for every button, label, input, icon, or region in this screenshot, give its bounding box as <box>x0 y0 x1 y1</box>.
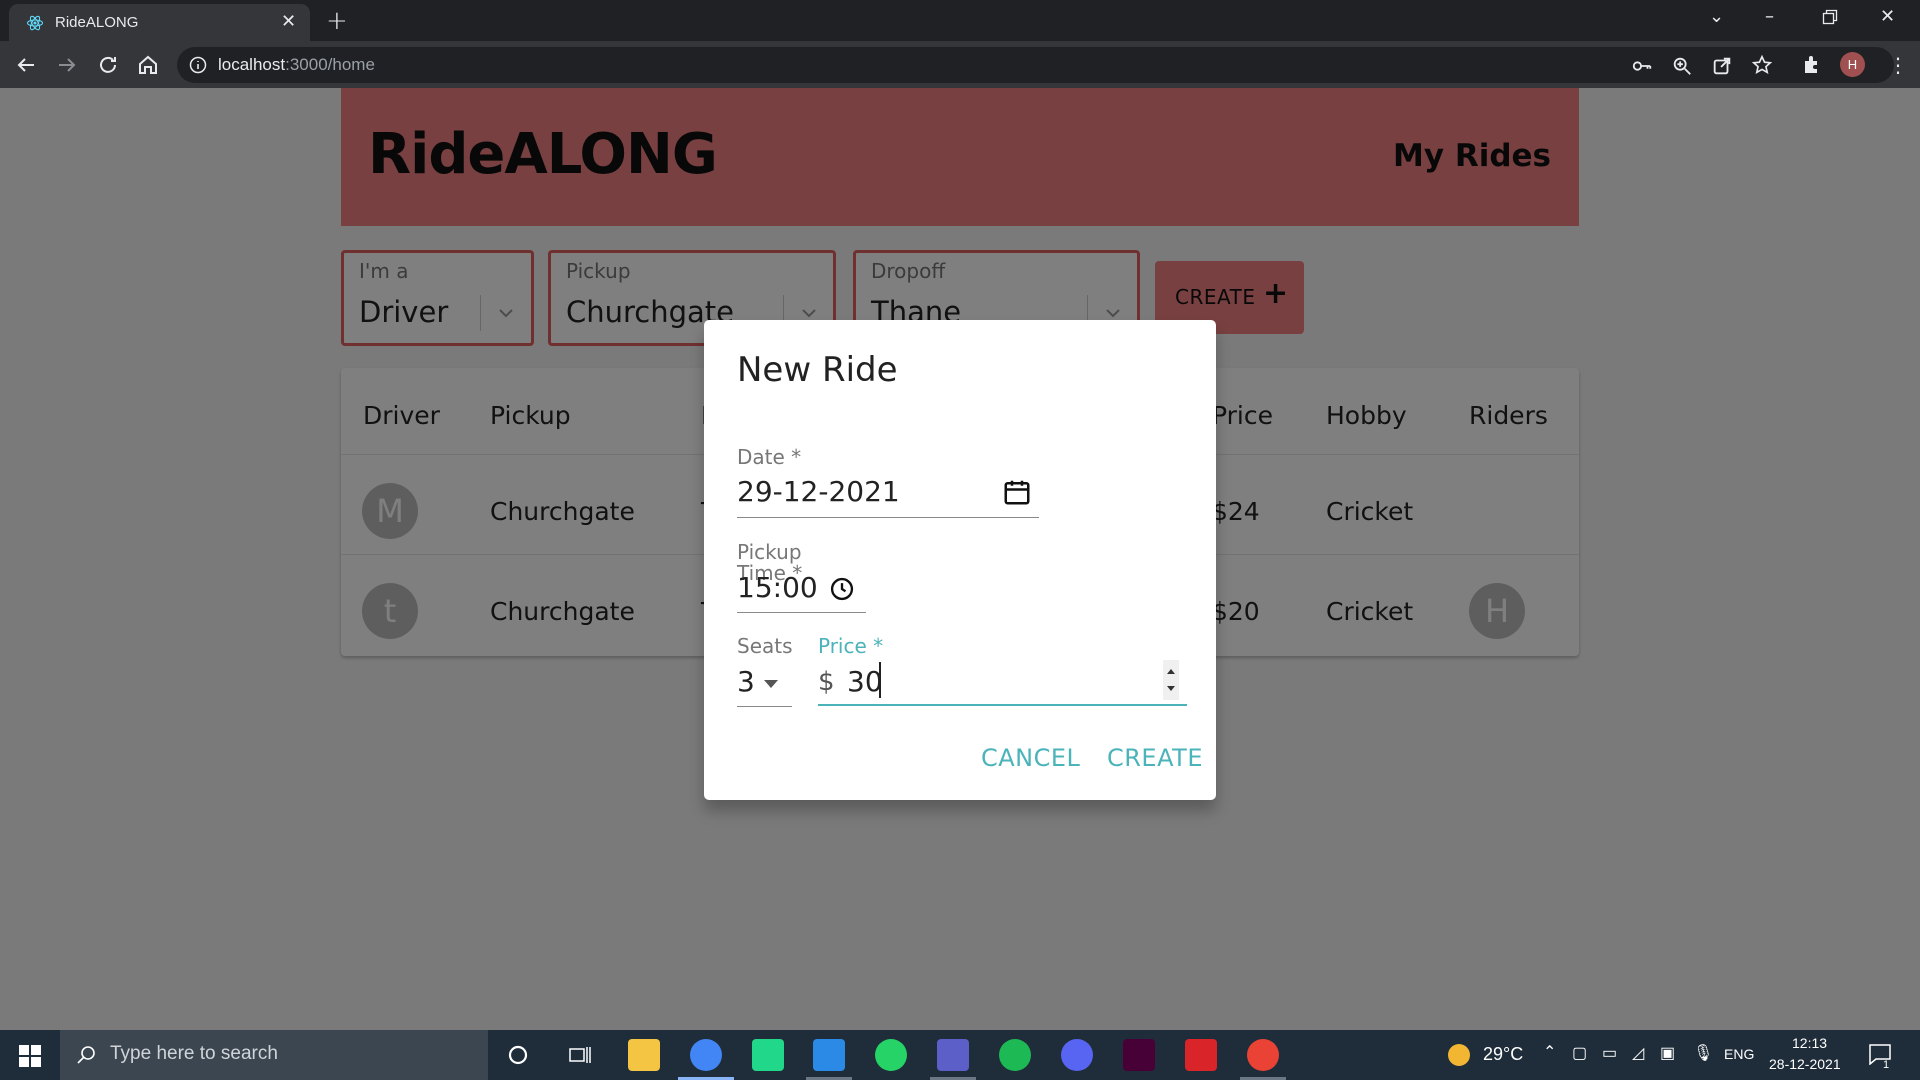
tray-chevron-up-icon[interactable]: ⌃ <box>1543 1042 1556 1062</box>
minimize-icon[interactable]: – <box>1765 6 1774 27</box>
browser-tab[interactable]: RideALONG ✕ <box>9 4 310 41</box>
notification-count-badge: 1 <box>1883 1059 1890 1071</box>
price-underline <box>818 704 1187 706</box>
cortana-icon[interactable] <box>507 1044 529 1066</box>
seats-underline <box>737 706 792 707</box>
date-field[interactable]: 29-12-2021 <box>737 475 900 508</box>
calendar-icon[interactable] <box>1002 477 1032 507</box>
share-icon[interactable] <box>1711 55 1733 77</box>
new-tab-icon[interactable]: + <box>326 6 348 36</box>
file-explorer-icon[interactable] <box>628 1039 660 1071</box>
wifi-icon[interactable]: ◿ <box>1632 1043 1644 1063</box>
weather-icon[interactable] <box>1448 1044 1470 1066</box>
pickup-time-underline <box>737 612 866 613</box>
clock-time[interactable]: 12:13 <box>1792 1035 1827 1051</box>
windows-start-icon[interactable] <box>19 1045 41 1067</box>
extensions-puzzle-icon[interactable] <box>1800 53 1824 77</box>
date-field-underline <box>737 517 1039 518</box>
cancel-button[interactable]: CANCEL <box>981 744 1080 772</box>
dialog-title: New Ride <box>737 350 898 390</box>
number-spinner-icon[interactable] <box>1163 660 1179 700</box>
adobe-xd-icon[interactable] <box>1123 1039 1155 1071</box>
discord-icon[interactable] <box>1061 1039 1093 1071</box>
confirm-create-button[interactable]: CREATE <box>1107 744 1203 772</box>
task-view-icon[interactable] <box>568 1044 592 1066</box>
windows-taskbar: Type here to search 29°C ⌃ ▢ ▭ ◿ ▣ 🎙 ENG… <box>0 1030 1920 1080</box>
new-ride-dialog: New Ride Date * 29-12-2021 Pickup Time *… <box>704 320 1216 800</box>
vscode-icon[interactable] <box>813 1039 845 1071</box>
window-close-icon[interactable]: ✕ <box>1880 6 1895 27</box>
home-icon[interactable] <box>136 53 160 77</box>
site-info-icon[interactable] <box>189 56 207 74</box>
browser-toolbar: localhost:3000/home H ⋮ <box>0 41 1920 88</box>
react-favicon-icon <box>26 15 44 31</box>
pickup-time-field[interactable]: 15:00 <box>737 571 818 604</box>
address-bar[interactable]: localhost:3000/home <box>177 47 1894 83</box>
browser-menu-icon[interactable]: ⋮ <box>1888 53 1908 77</box>
spotify-icon[interactable] <box>999 1039 1031 1071</box>
price-label: Price * <box>818 634 884 658</box>
back-arrow-icon[interactable] <box>14 53 38 77</box>
price-input[interactable]: 30 <box>847 665 883 698</box>
tab-title: RideALONG <box>55 14 139 31</box>
forward-arrow-icon[interactable] <box>55 53 79 77</box>
clock-icon[interactable] <box>828 575 856 603</box>
reload-icon[interactable] <box>96 53 120 77</box>
chrome-profile-icon[interactable] <box>1247 1039 1279 1071</box>
tab-search-chevron-icon[interactable]: ⌄ <box>1709 6 1724 27</box>
restore-icon[interactable] <box>1822 9 1838 30</box>
caret-down-icon[interactable] <box>762 678 780 690</box>
seats-label: Seats <box>737 634 793 658</box>
display-icon[interactable]: ▣ <box>1660 1043 1675 1063</box>
price-currency-prefix: $ <box>818 667 835 697</box>
url-text: localhost:3000/home <box>218 55 375 74</box>
taskbar-search-box[interactable]: Type here to search <box>60 1030 488 1080</box>
pycharm-icon[interactable] <box>752 1039 784 1071</box>
taskbar-search-placeholder: Type here to search <box>110 1043 278 1064</box>
whatsapp-icon[interactable] <box>875 1039 907 1071</box>
zoom-icon[interactable] <box>1671 55 1693 77</box>
chrome-icon[interactable] <box>690 1039 722 1071</box>
clock-date[interactable]: 28-12-2021 <box>1769 1056 1841 1072</box>
password-key-icon[interactable] <box>1631 55 1653 77</box>
browser-tab-strip: RideALONG ✕ + ⌄ – ✕ <box>0 0 1920 41</box>
teams-icon[interactable] <box>937 1039 969 1071</box>
seats-select[interactable]: 3 <box>737 665 755 698</box>
text-cursor <box>879 662 881 698</box>
weather-temperature[interactable]: 29°C <box>1483 1044 1523 1065</box>
wps-office-icon[interactable] <box>1185 1039 1217 1071</box>
microphone-icon[interactable]: 🎙 <box>1693 1043 1713 1063</box>
bookmark-star-icon[interactable] <box>1751 54 1773 76</box>
meet-icon[interactable]: ▢ <box>1572 1043 1587 1063</box>
search-icon <box>77 1046 95 1064</box>
profile-avatar[interactable]: H <box>1840 52 1865 77</box>
tab-close-icon[interactable]: ✕ <box>281 13 296 31</box>
battery-icon[interactable]: ▭ <box>1602 1043 1617 1063</box>
date-field-label: Date * <box>737 445 802 469</box>
language-indicator[interactable]: ENG <box>1724 1046 1754 1062</box>
